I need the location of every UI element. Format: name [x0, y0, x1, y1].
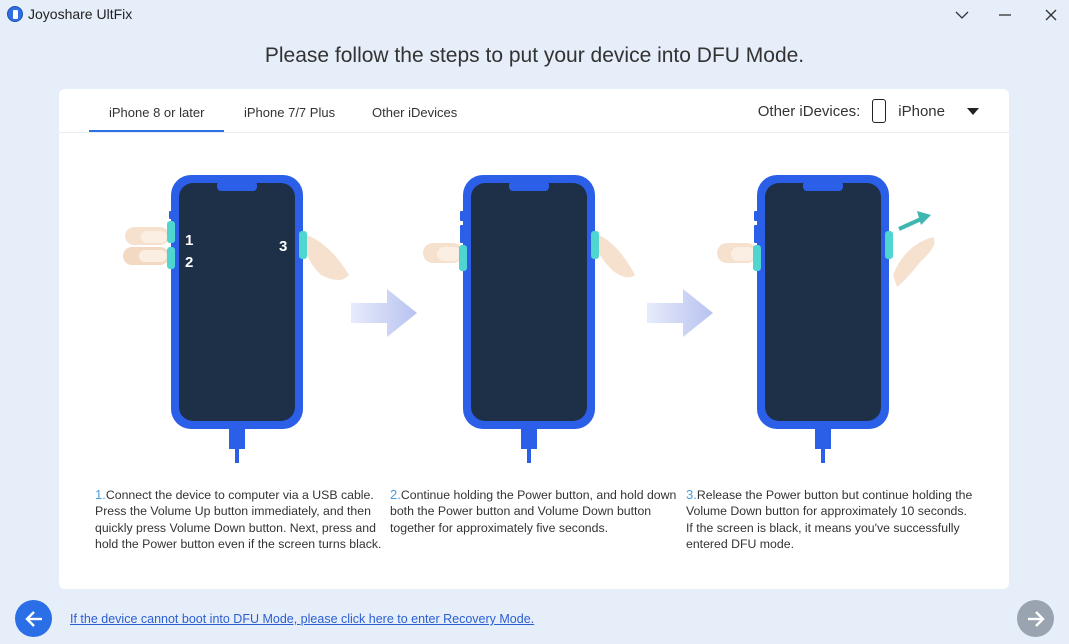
tab-iphone-8-or-later[interactable]: iPhone 8 or later — [109, 105, 204, 120]
step-1-text: 1.Connect the device to computer via a U… — [95, 487, 385, 552]
recovery-mode-link[interactable]: If the device cannot boot into DFU Mode,… — [70, 612, 534, 626]
app-icon — [7, 6, 23, 22]
step-1-number: 1. — [95, 487, 106, 502]
arrow-right-icon — [1027, 610, 1045, 627]
dropdown-caret-icon[interactable] — [967, 107, 979, 115]
tab-iphone-7[interactable]: iPhone 7/7 Plus — [244, 105, 335, 120]
device-selector-value: iPhone — [898, 102, 945, 120]
step-arrow-1 — [351, 289, 417, 342]
close-icon[interactable] — [1036, 4, 1066, 26]
step-2-description: Continue holding the Power button, and h… — [390, 488, 677, 535]
step-3-number: 3. — [686, 487, 697, 502]
tab-bar: iPhone 8 or later iPhone 7/7 Plus Other … — [59, 89, 1009, 133]
hand-illustration — [423, 243, 463, 263]
step-2-illustration — [413, 175, 653, 470]
step-3-text: 3.Release the Power button but continue … — [686, 487, 976, 552]
page-title: Please follow the steps to put your devi… — [264, 44, 805, 67]
device-selector[interactable]: Other iDevices: iPhone — [758, 97, 979, 125]
instructions-card: iPhone 8 or later iPhone 7/7 Plus Other … — [59, 89, 1009, 589]
app-title: Joyoshare UltFix — [28, 6, 133, 22]
hand-illustration — [123, 227, 169, 265]
tab-other-idevices[interactable]: Other iDevices — [372, 105, 457, 120]
title-bar: Joyoshare UltFix — [0, 0, 1069, 30]
step-3-description: Release the Power button but continue ho… — [686, 488, 973, 551]
next-button[interactable] — [1017, 600, 1054, 637]
step-2-text: 2.Continue holding the Power button, and… — [390, 487, 680, 536]
step-2-number: 2. — [390, 487, 401, 502]
device-selector-label: Other iDevices: — [757, 102, 861, 120]
chevron-down-icon[interactable] — [947, 4, 977, 26]
minimize-icon[interactable] — [990, 4, 1020, 26]
arrow-left-icon — [24, 610, 42, 627]
active-tab-indicator — [89, 130, 224, 132]
step-badge-1: 1 — [185, 232, 193, 249]
step-1-description: Connect the device to computer via a USB… — [95, 488, 382, 551]
hand-illustration — [717, 243, 757, 263]
step-badge-3: 3 — [279, 238, 287, 255]
phone-icon — [872, 99, 887, 123]
step-1-illustration: 1 2 3 — [121, 175, 361, 470]
step-badge-2: 2 — [185, 254, 193, 271]
step-3-illustration — [707, 175, 947, 470]
back-button[interactable] — [15, 600, 52, 637]
step-arrow-2 — [647, 289, 713, 342]
